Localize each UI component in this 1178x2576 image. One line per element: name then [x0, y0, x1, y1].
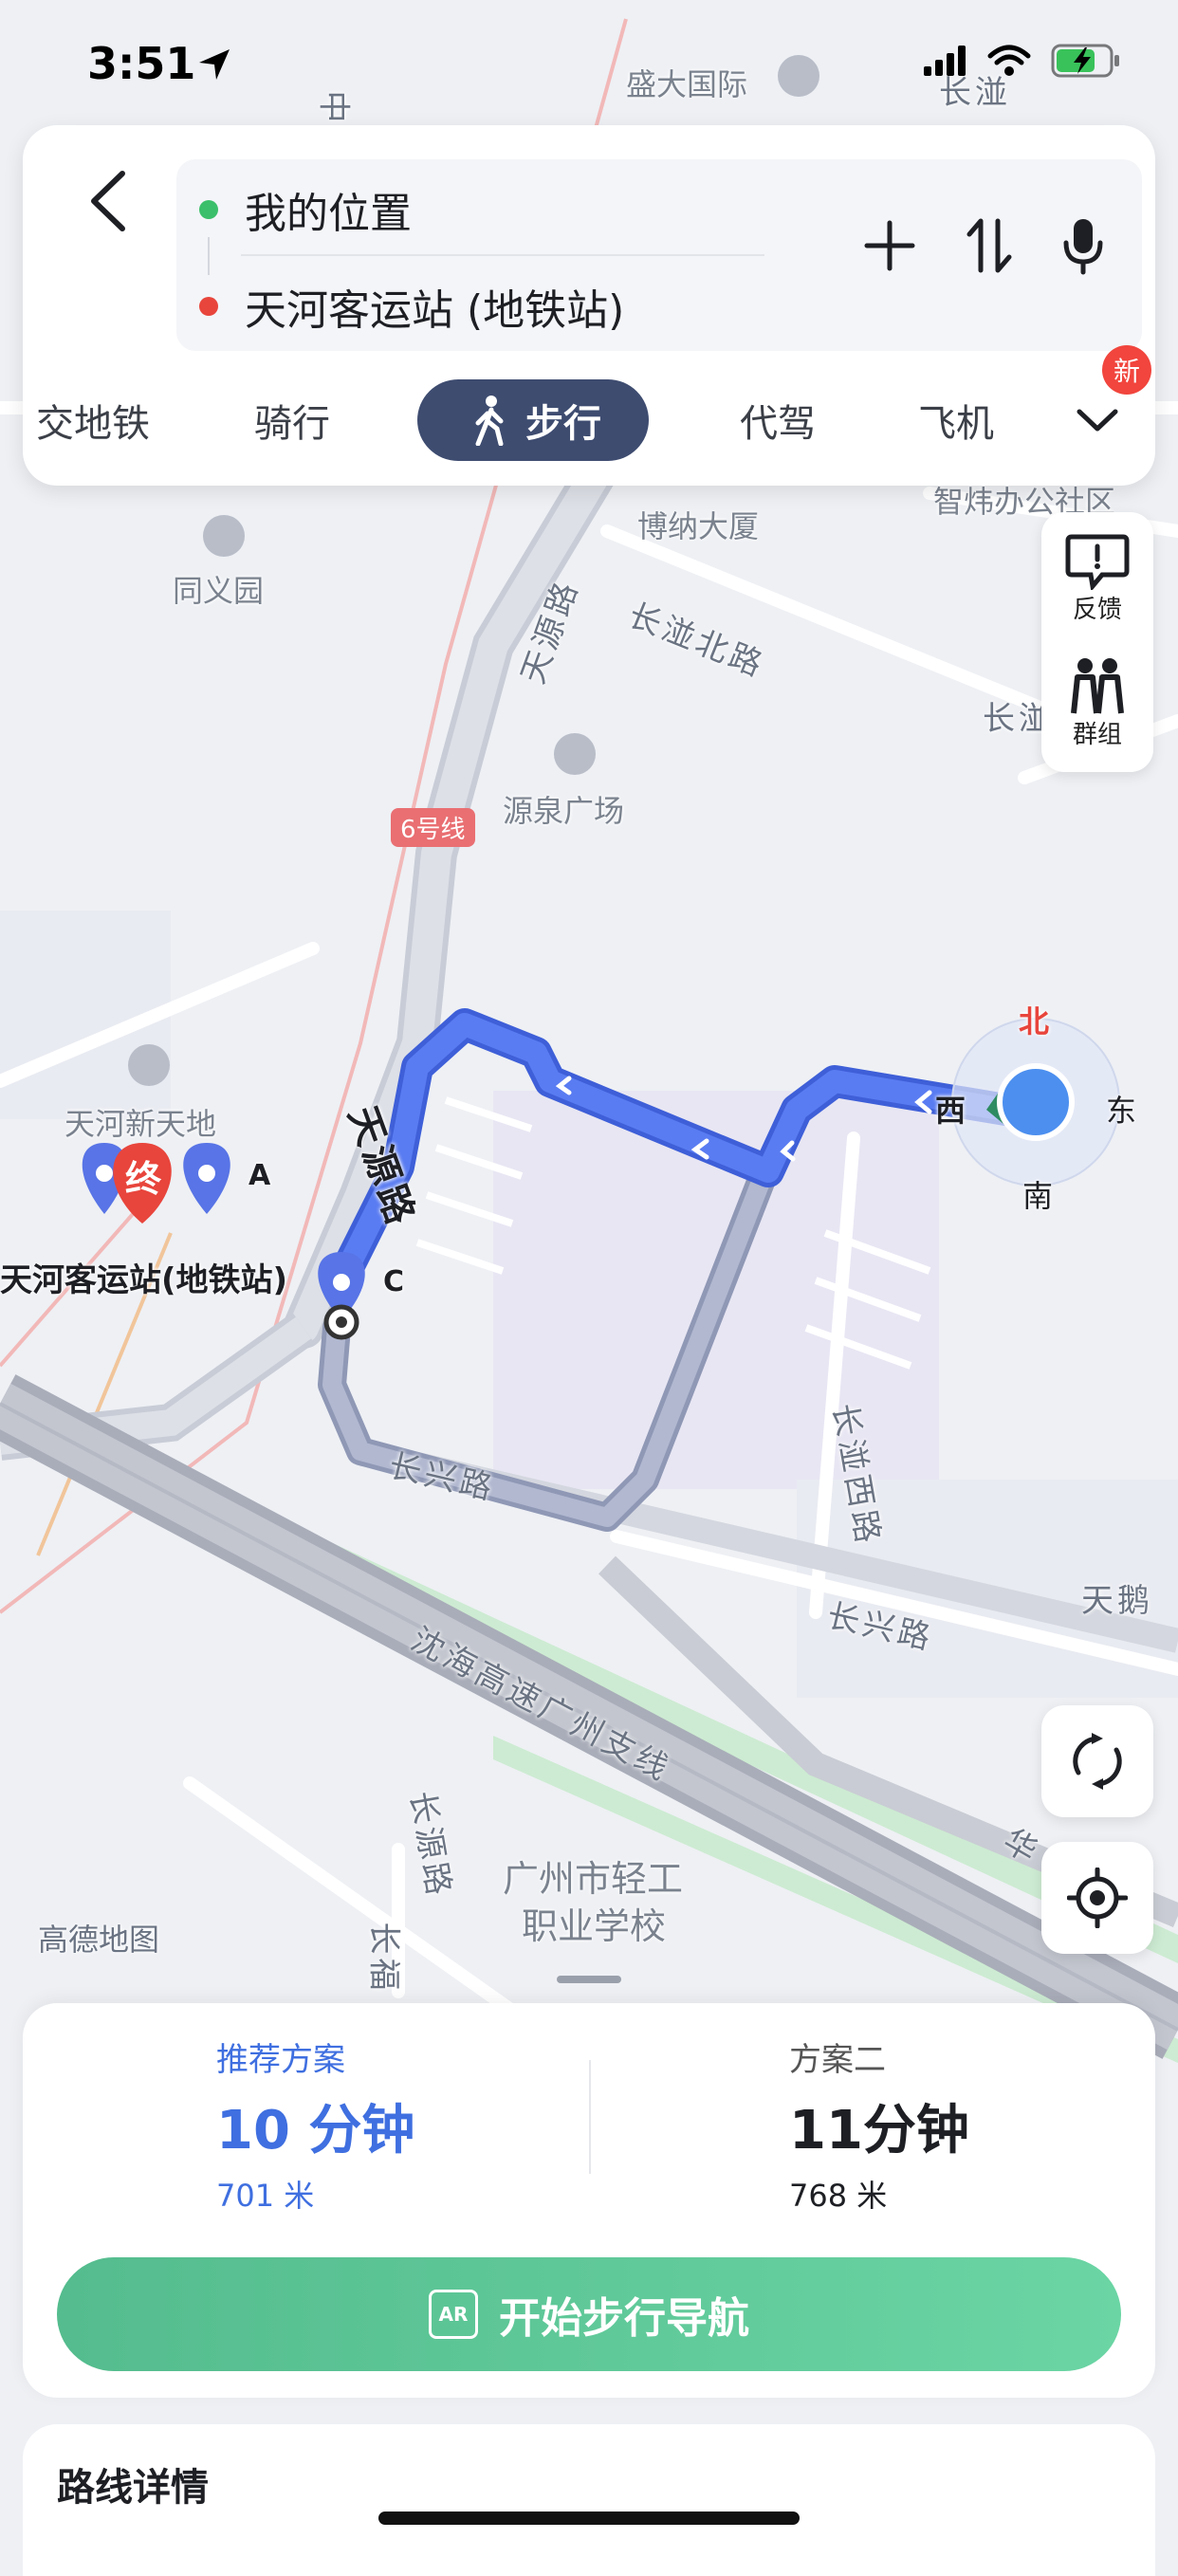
- poi-station[interactable]: 天河客运站(地铁站): [0, 1254, 287, 1300]
- feedback-button[interactable]: 反馈: [1041, 533, 1153, 625]
- start-walking-navigation-button[interactable]: AR 开始步行导航: [57, 2257, 1121, 2371]
- poi-tianhe-xintiandi[interactable]: 天河新天地: [64, 1100, 216, 1144]
- route-details-title: 路线详情: [57, 2466, 209, 2510]
- wifi-icon: [987, 45, 1031, 76]
- locate-crosshair-icon: [1067, 1868, 1128, 1928]
- home-indicator[interactable]: [378, 2512, 800, 2525]
- poi-tongyi[interactable]: 同义园: [173, 567, 264, 611]
- plan-recommended[interactable]: 推荐方案 10 分钟 701 米: [216, 2033, 414, 2216]
- tab-designated-driver-label: 代驾: [740, 402, 816, 446]
- origin-label: 我的位置: [245, 190, 412, 238]
- tab-walking[interactable]: 步行: [417, 379, 649, 461]
- cellular-signal-icon: [924, 46, 966, 76]
- travel-mode-tabs: 交地铁 骑行 步行 代驾 飞机 新: [23, 345, 1155, 461]
- poi-bona[interactable]: 博纳大厦: [637, 503, 759, 546]
- sheet-drag-handle[interactable]: [557, 1976, 621, 1983]
- origin-field[interactable]: 我的位置: [199, 167, 412, 252]
- compass-east: 东: [1106, 1093, 1137, 1129]
- back-chevron-icon: [91, 171, 125, 231]
- poi-yuanquan[interactable]: 源泉广场: [503, 787, 624, 831]
- group-people-icon: [1071, 658, 1124, 714]
- route-plans-card: 推荐方案 10 分钟 701 米 方案二 11分钟 768 米 AR 开始步行导…: [23, 2003, 1155, 2398]
- route-separator: [241, 254, 764, 256]
- more-modes-button[interactable]: [1076, 379, 1119, 461]
- ar-icon: AR: [429, 2290, 478, 2339]
- start-navigation-label: 开始步行导航: [499, 2294, 749, 2343]
- plan-two[interactable]: 方案二 11分钟 768 米: [789, 2033, 969, 2216]
- destination-field[interactable]: 天河客运站 (地铁站): [199, 264, 624, 349]
- refresh-icon: [1073, 1733, 1122, 1790]
- feedback-label: 反馈: [1072, 596, 1122, 624]
- route-endpoints: 我的位置 天河客运站 (地铁站): [176, 159, 1142, 351]
- origin-dot-icon: [199, 200, 218, 219]
- road-changfu: 长福: [364, 1922, 403, 1995]
- road-tiane: 天鹅: [1081, 1582, 1153, 1620]
- feedback-icon: [1065, 534, 1130, 590]
- end-marker[interactable]: 终: [125, 1150, 161, 1202]
- marker-a-label[interactable]: A: [248, 1159, 270, 1192]
- status-time: 3:51: [87, 38, 196, 89]
- tab-designated-driver[interactable]: 代驾: [740, 379, 816, 461]
- refresh-route-button[interactable]: [1041, 1705, 1153, 1817]
- tab-transit[interactable]: 交地铁: [36, 379, 150, 461]
- add-waypoint-icon[interactable]: [863, 219, 916, 272]
- plan-divider: [589, 2060, 591, 2174]
- voice-input-icon[interactable]: [1062, 216, 1104, 275]
- destination-label: 天河客运站 (地铁站): [245, 286, 625, 335]
- plan-recommended-distance: 701 米: [216, 2178, 315, 2214]
- marker-c-label[interactable]: C: [383, 1265, 404, 1298]
- poi-school-line2[interactable]: 职业学校: [522, 1897, 666, 1949]
- destination-dot-icon: [199, 297, 218, 316]
- tab-transit-label: 交地铁: [36, 402, 150, 446]
- group-button[interactable]: 群组: [1041, 656, 1153, 750]
- chevron-down-icon: [1077, 409, 1118, 432]
- compass-west: 西: [935, 1093, 966, 1129]
- back-button[interactable]: [61, 154, 156, 248]
- swap-route-icon[interactable]: [966, 217, 1013, 274]
- tab-cycling-label: 骑行: [254, 402, 330, 446]
- map-side-panel: 反馈 群组: [1041, 512, 1153, 772]
- route-details-card[interactable]: 路线详情: [23, 2424, 1155, 2576]
- poi-school-line1[interactable]: 广州市轻工: [503, 1849, 683, 1902]
- map-watermark: 高德地图: [38, 1922, 160, 1958]
- locate-me-button[interactable]: [1041, 1842, 1153, 1954]
- compass-south: 南: [1022, 1178, 1054, 1214]
- plan-two-time: 11分钟: [789, 2100, 969, 2162]
- walking-person-icon: [475, 396, 504, 446]
- plan-two-tag: 方案二: [789, 2041, 886, 2079]
- compass-north: 北: [1019, 1003, 1050, 1040]
- plan-recommended-tag: 推荐方案: [216, 2041, 345, 2079]
- status-bar: 3:51: [0, 0, 1178, 123]
- tab-flight[interactable]: 飞机: [918, 379, 994, 461]
- route-search-card: 我的位置 天河客运站 (地铁站) 交地铁 骑行 步行 代驾 飞机 新: [23, 125, 1155, 486]
- battery-charging-icon: [1051, 44, 1119, 78]
- new-badge: 新: [1102, 345, 1151, 395]
- group-label: 群组: [1072, 721, 1122, 749]
- plan-recommended-time: 10 分钟: [216, 2100, 415, 2162]
- location-arrow-icon: [199, 49, 230, 80]
- tab-cycling[interactable]: 骑行: [254, 379, 330, 461]
- tab-walking-label: 步行: [525, 402, 601, 446]
- tab-flight-label: 飞机: [918, 402, 994, 446]
- metro-line-6-badge: 6号线: [391, 808, 475, 847]
- plan-two-distance: 768 米: [789, 2178, 888, 2214]
